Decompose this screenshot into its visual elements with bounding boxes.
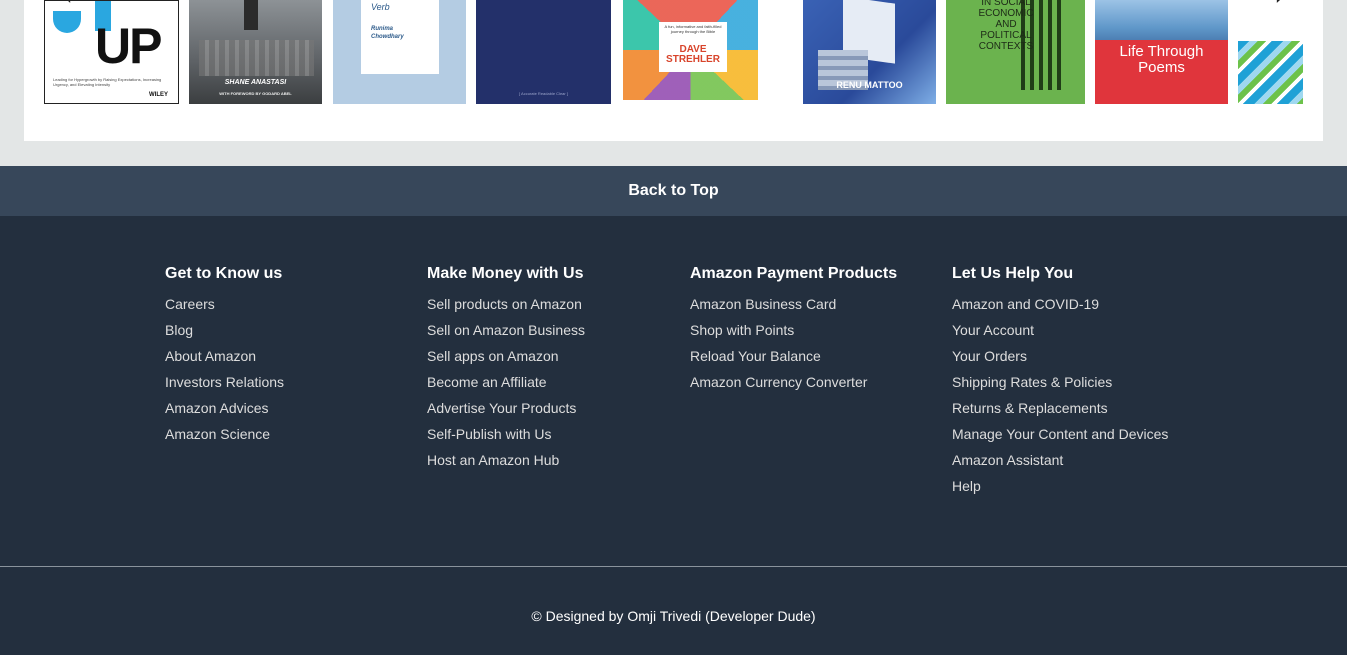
footer-link[interactable]: Amazon Business Card [690, 291, 897, 317]
footer-link[interactable]: Amazon Currency Converter [690, 369, 897, 395]
footer-link[interactable]: Sell products on Amazon [427, 291, 585, 317]
book-cover[interactable]: SHANE ANASTASI WITH FOREWORD BY GODARD A… [189, 0, 322, 104]
footer-link[interactable]: Self-Publish with Us [427, 421, 585, 447]
copyright-text: © Designed by Omji Trivedi (Developer Du… [531, 608, 816, 624]
footer-link[interactable]: Become an Affiliate [427, 369, 585, 395]
footer-link[interactable]: Blog [165, 317, 284, 343]
cover-author: Chowdhary [371, 34, 404, 40]
book-carousel-section: UP Leading for Hypergrowth by Raising Ex… [0, 0, 1347, 166]
back-to-top-button[interactable]: Back to Top [0, 166, 1347, 216]
cover-title: Poems [1138, 59, 1185, 76]
footer-link[interactable]: Host an Amazon Hub [427, 447, 585, 473]
footer-link[interactable]: Your Orders [952, 343, 1168, 369]
carousel-prev-button[interactable]: ‹ [52, 0, 82, 16]
footer-link[interactable]: Careers [165, 291, 284, 317]
footer-column-title: Make Money with Us [427, 265, 584, 282]
book-cover[interactable] [1238, 41, 1303, 104]
footer-column-title: Let Us Help You [952, 265, 1074, 282]
footer-column-payment-products: Amazon Payment Products Amazon Business … [690, 265, 897, 395]
footer-link[interactable]: Manage Your Content and Devices [952, 421, 1168, 447]
book-cover[interactable]: Life Through Poems [1095, 0, 1228, 104]
footer-link[interactable]: Sell apps on Amazon [427, 343, 585, 369]
footer-column-title: Get to Know us [165, 265, 283, 282]
footer-link[interactable]: Advertise Your Products [427, 395, 585, 421]
cover-author: RENU MATTOO [836, 80, 903, 90]
cover-title: ECONOMIC [978, 8, 1034, 19]
carousel-next-button[interactable]: › [1265, 0, 1295, 16]
cover-author: Runima [371, 26, 394, 32]
book-cover[interactable]: [ Accurate Readable Clear ] [476, 0, 611, 104]
footer-link[interactable]: Your Account [952, 317, 1168, 343]
footer-link[interactable]: Investors Relations [165, 369, 284, 395]
book-cover[interactable]: Verb Runima Chowdhary [333, 0, 466, 104]
cover-title: AND [995, 19, 1017, 30]
footer-link[interactable]: Returns & Replacements [952, 395, 1168, 421]
footer-column-make-money: Make Money with Us Sell products on Amaz… [427, 265, 585, 473]
footer-link[interactable]: Amazon Science [165, 421, 284, 447]
footer-link[interactable]: About Amazon [165, 343, 284, 369]
book-cover[interactable]: IN SOCIAL ECONOMIC AND POLITICAL CONTEXT… [946, 0, 1085, 104]
footer-link[interactable]: Shop with Points [690, 317, 897, 343]
book-cover[interactable]: RENU MATTOO [803, 0, 936, 104]
cover-subtitle: Leading for Hypergrowth by Raising Expec… [53, 77, 162, 87]
cover-title: Verb [371, 2, 390, 12]
footer-link[interactable]: Reload Your Balance [690, 343, 897, 369]
back-to-top-label: Back to Top [628, 182, 719, 199]
chevron-right-icon: › [1274, 0, 1286, 13]
footer-link[interactable]: Help [952, 473, 1168, 499]
footer-link[interactable]: Amazon Assistant [952, 447, 1168, 473]
footer-column-help: Let Us Help You Amazon and COVID-19 Your… [952, 265, 1168, 499]
cover-foreword: WITH FOREWORD BY GODARD ABEL [219, 91, 292, 96]
cover-author: STREHLER [666, 54, 720, 65]
cover-tagline: A fun, informative and faith-filled jour… [664, 24, 722, 34]
book-cover[interactable]: A fun, informative and faith-filled jour… [623, 0, 758, 104]
footer-link[interactable]: Amazon and COVID-19 [952, 291, 1168, 317]
footer-link[interactable]: Sell on Amazon Business [427, 317, 585, 343]
chevron-left-icon: ‹ [61, 0, 73, 13]
footer-column-title: Amazon Payment Products [690, 265, 898, 282]
cover-title: IN SOCIAL [981, 0, 1031, 8]
cover-title: Life Through [1119, 43, 1204, 60]
cover-publisher: WILEY [149, 92, 168, 98]
cover-title: POLITICAL [980, 30, 1032, 41]
footer: Get to Know us Careers Blog About Amazon… [0, 216, 1347, 566]
book-carousel: UP Leading for Hypergrowth by Raising Ex… [24, 0, 1323, 141]
footer-link[interactable]: Amazon Advices [165, 395, 284, 421]
footer-column-get-to-know: Get to Know us Careers Blog About Amazon… [165, 265, 284, 447]
cover-title: UP [95, 18, 162, 74]
footer-link[interactable]: Shipping Rates & Policies [952, 369, 1168, 395]
cover-tagline: [ Accurate Readable Clear ] [519, 91, 568, 96]
cover-author: SHANE ANASTASI [224, 79, 287, 86]
cover-title: CONTEXTS [978, 41, 1034, 52]
footer-bottom: © Designed by Omji Trivedi (Developer Du… [0, 567, 1347, 655]
